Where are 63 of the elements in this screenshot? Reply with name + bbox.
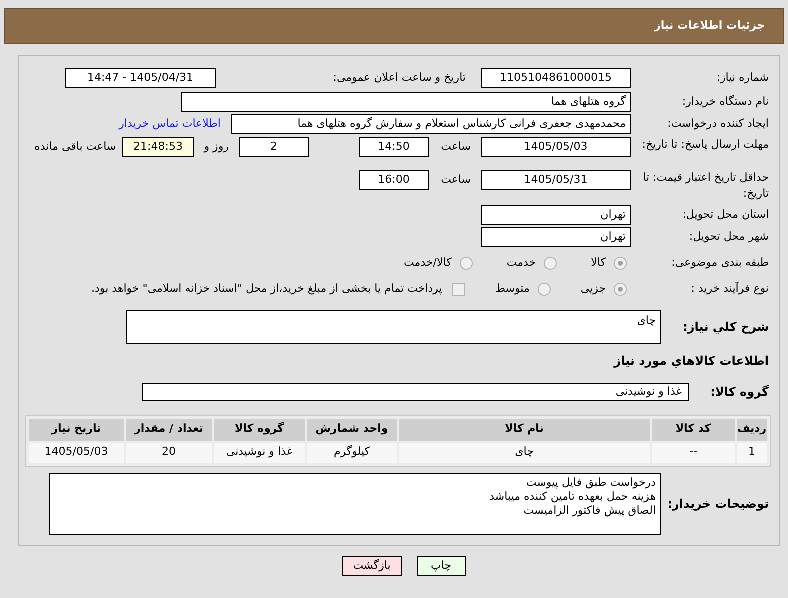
- payment-note: پرداخت تمام یا بخشی از مبلغ خرید،از محل "اسناد خزانه اسلامی" خواهد بود.: [92, 280, 442, 297]
- column-header: نام کالا: [399, 418, 650, 440]
- column-header: تعداد / مقدار: [126, 418, 212, 440]
- radio-button[interactable]: [614, 256, 627, 270]
- field-label: گروه کالا:: [710, 384, 769, 400]
- text-field[interactable]: 1105104861000015: [481, 68, 631, 88]
- field-label: شرح کلي نياز:: [682, 319, 769, 336]
- field-label: تاریخ و ساعت اعلان عمومی:: [332, 70, 467, 86]
- days-label: روز و: [204, 139, 229, 155]
- checkbox[interactable]: [452, 282, 466, 296]
- field-label: مهلت ارسال پاسخ: تا تاریخ:: [641, 137, 769, 153]
- column-header: تاریخ نیاز: [29, 418, 124, 440]
- table-cell: --: [652, 442, 735, 462]
- text-field[interactable]: 2: [239, 137, 309, 157]
- radio-label: متوسط: [495, 280, 530, 297]
- radio-label: خدمت: [506, 254, 536, 271]
- field-label: نام دستگاه خریدار:: [681, 94, 769, 110]
- column-header: کد کالا: [652, 418, 735, 440]
- radio-label: جزیی: [580, 280, 606, 297]
- radio-button[interactable]: [460, 256, 473, 270]
- time-label: ساعت: [440, 139, 471, 155]
- field-label: شماره نیاز:: [716, 70, 769, 86]
- remaining-label: ساعت باقی مانده: [34, 139, 116, 155]
- table-cell: غذا و نوشیدنی: [214, 442, 305, 462]
- text-field[interactable]: 16:00: [359, 170, 429, 190]
- goods-group-field[interactable]: غذا و نوشیدنی: [142, 382, 689, 400]
- countdown-field[interactable]: 21:48:53: [122, 137, 194, 157]
- text-field[interactable]: 1405/05/31: [481, 170, 631, 190]
- column-header: واحد شمارش: [307, 418, 397, 440]
- print-button[interactable]: چاپ: [416, 556, 466, 576]
- field-label: حداقل تاریخ اعتبار قیمت: تا تاریخ:: [642, 170, 769, 202]
- page-title: جزئیات اطلاعات نیاز: [654, 18, 765, 34]
- table-cell: کیلوگرم: [307, 442, 397, 462]
- table-cell: 20: [126, 442, 212, 462]
- field-label: نوع فرآیند خرید :: [690, 281, 769, 297]
- text-field[interactable]: تهران: [481, 205, 631, 225]
- table-cell: 1: [737, 442, 767, 462]
- section-heading: اطلاعات کالاهاي مورد نياز: [614, 354, 769, 368]
- time-label: ساعت: [440, 172, 471, 188]
- text-field[interactable]: 1405/04/31 - 14:47: [65, 68, 216, 88]
- radio-button[interactable]: [544, 256, 558, 270]
- text-field[interactable]: 14:50: [359, 137, 429, 157]
- field-label: طبقه بندی موضوعی:: [670, 255, 769, 271]
- description-field[interactable]: چای: [126, 310, 661, 344]
- text-field[interactable]: 1405/05/03: [481, 137, 631, 157]
- table-cell: 1405/05/03: [29, 442, 124, 462]
- contact-link[interactable]: اطلاعات تماس خریدار: [119, 116, 221, 132]
- text-field[interactable]: تهران: [481, 227, 631, 247]
- field-label: ایجاد کننده درخواست:: [666, 116, 769, 132]
- radio-button[interactable]: [614, 282, 627, 296]
- field-label: شهر محل تحویل:: [688, 229, 769, 245]
- text-field[interactable]: گروه هتلهای هما: [181, 92, 631, 112]
- text-field[interactable]: محمدمهدی جعفری فرانی کارشناس استعلام و سفارش گروه هتلهای هما: [231, 114, 631, 134]
- field-label: استان محل تحویل:: [682, 207, 769, 223]
- radio-label: کالا/خدمت: [404, 254, 452, 271]
- column-header: ردیف: [737, 418, 767, 440]
- column-header: گروه کالا: [214, 418, 305, 440]
- field-label: توضیحات خریدار:: [667, 496, 769, 512]
- back-button[interactable]: بازگشت: [342, 556, 402, 576]
- radio-label: کالا: [591, 254, 606, 271]
- notes-field[interactable]: درخواست طبق فایل پیوست هزینه حمل بعهده تامین کننده میباشد الصاق پیش فاکتور الزامیست: [49, 472, 661, 534]
- table-cell: چای: [399, 442, 650, 462]
- radio-button[interactable]: [538, 282, 551, 296]
